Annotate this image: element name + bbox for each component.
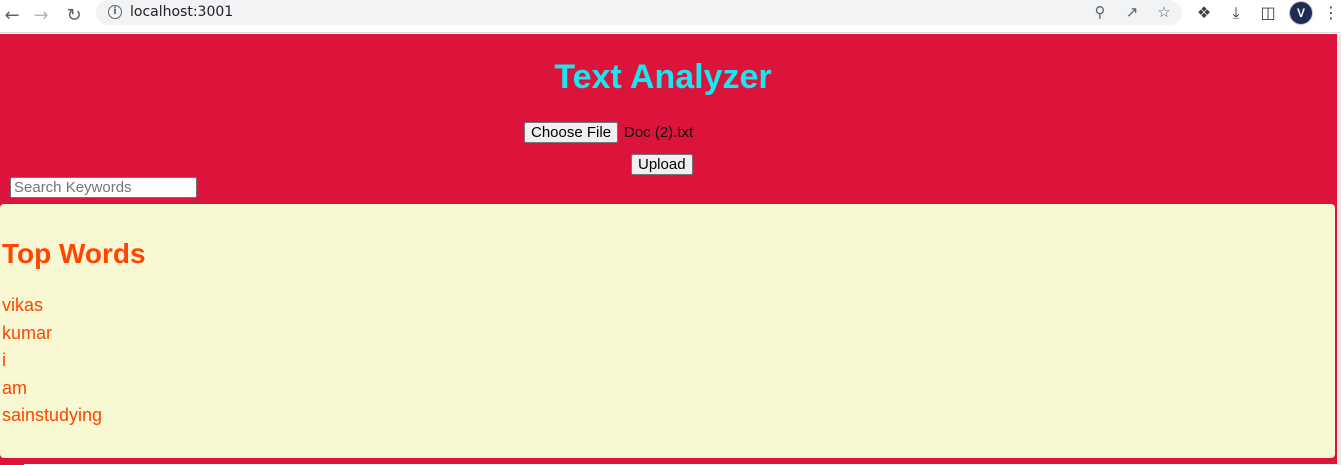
top-words-list: vikas kumar i am sainstudying [2, 294, 102, 432]
page-title: Text Analyzer [554, 58, 772, 96]
upload-button[interactable]: Upload [631, 154, 693, 175]
puzzle-icon[interactable]: ❖ [1193, 2, 1215, 24]
list-item: i [2, 350, 6, 370]
kebab-menu-icon[interactable]: ⋮ [1323, 2, 1339, 24]
list-item: am [2, 377, 28, 398]
choose-file-button[interactable]: Choose File [524, 122, 619, 143]
share-icon[interactable]: ↗ [1121, 1, 1143, 23]
reload-button[interactable]: ↻ [62, 4, 86, 28]
page-scrollbar[interactable] [1337, 34, 1341, 465]
list-item: vikas [2, 295, 44, 315]
zoom-icon[interactable]: ⚲ [1089, 1, 1111, 23]
side-panel-icon[interactable]: ◫ [1257, 2, 1279, 24]
top-words-panel: Top Words vikas kumar i am sainstudying [0, 204, 1335, 458]
list-item: sainstudying [2, 405, 103, 425]
forward-button[interactable]: → [29, 4, 53, 28]
search-input[interactable] [10, 177, 197, 198]
download-icon[interactable]: ⤓ [1225, 2, 1247, 24]
app-page: Text Analyzer Choose File Doc (2).txt Up… [0, 34, 1337, 465]
list-item: kumar [2, 322, 53, 343]
back-button[interactable]: ← [0, 4, 24, 28]
address-bar[interactable]: i localhost:3001 ⚲ ↗ ☆ [96, 0, 1182, 25]
file-input[interactable]: Choose File Doc (2).txt [524, 122, 693, 143]
url-text[interactable]: localhost:3001 [130, 4, 233, 20]
info-icon[interactable]: i [108, 5, 122, 19]
top-words-heading: Top Words [2, 238, 146, 269]
star-icon[interactable]: ☆ [1153, 1, 1175, 23]
selected-file-name: Doc (2).txt [624, 124, 694, 141]
avatar[interactable]: V [1289, 1, 1313, 25]
browser-toolbar: ← → ↻ i localhost:3001 ⚲ ↗ ☆ ❖ ⤓ ◫ V ⋮ [0, 0, 1341, 33]
